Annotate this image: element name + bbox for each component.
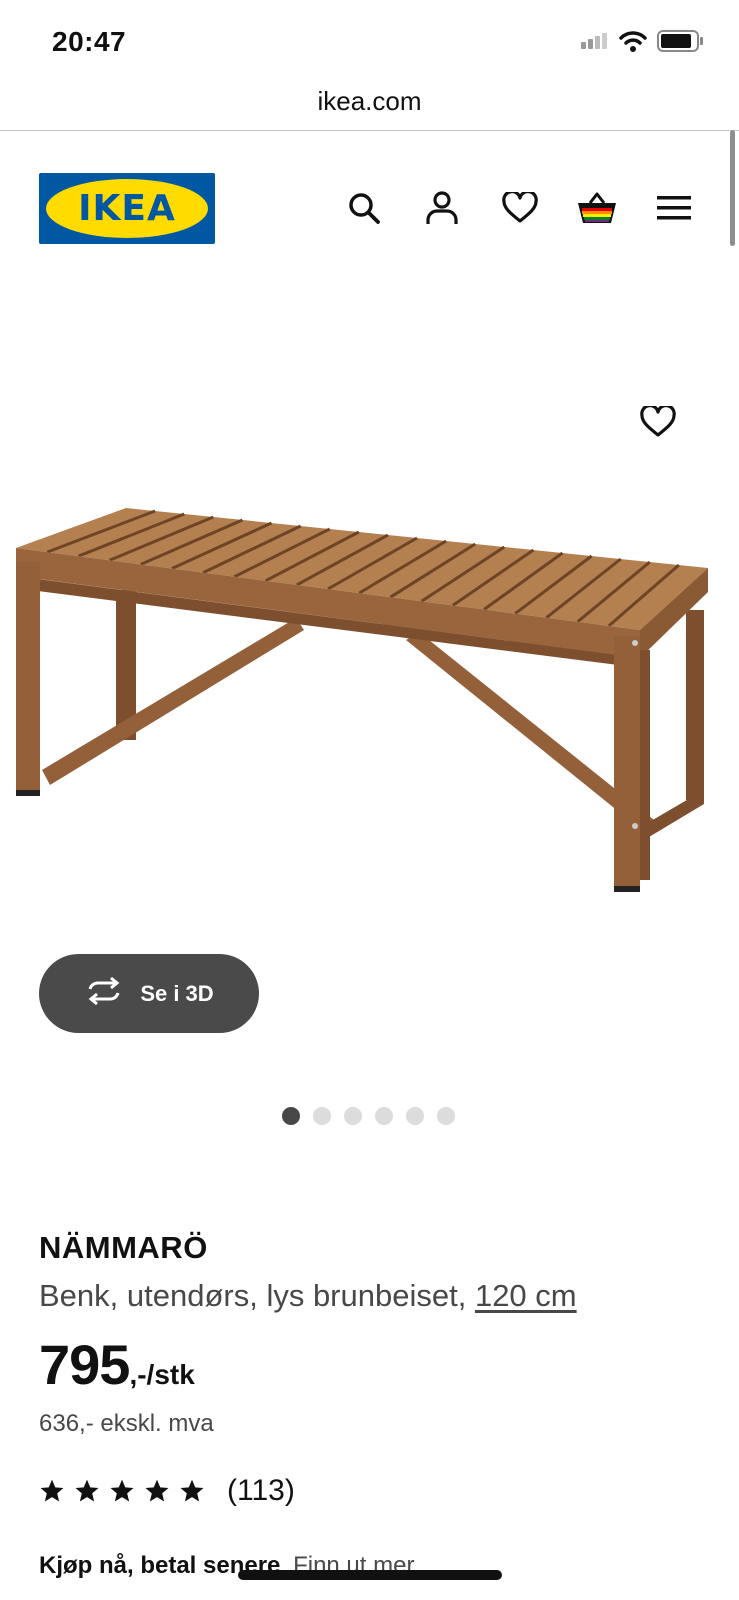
ikea-logo[interactable]: IKEA — [39, 173, 215, 244]
basket-icon[interactable] — [575, 186, 619, 230]
star-icon — [180, 1479, 204, 1502]
search-icon[interactable] — [342, 186, 386, 230]
carousel-dot[interactable] — [313, 1107, 331, 1125]
rating-stars — [39, 1478, 205, 1504]
price-suffix: ,-/stk — [129, 1359, 195, 1390]
size-link[interactable]: 120 cm — [475, 1278, 577, 1313]
wifi-icon — [619, 30, 647, 57]
url-bar[interactable]: ikea.com — [0, 72, 739, 130]
price-main: 795 — [39, 1333, 130, 1396]
carousel-dot[interactable] — [437, 1107, 455, 1125]
view-in-3d-button[interactable]: Se i 3D — [39, 954, 259, 1033]
url-divider — [0, 130, 739, 131]
status-time: 20:47 — [52, 26, 127, 57]
star-icon — [145, 1479, 169, 1502]
rating[interactable]: (113) — [39, 1474, 295, 1508]
price-excl-vat: 636,- ekskl. mva — [39, 1410, 214, 1437]
image-carousel-dots[interactable] — [282, 1107, 455, 1125]
star-icon — [110, 1479, 134, 1502]
star-icon — [75, 1479, 99, 1502]
product-name: NÄMMARÖ — [39, 1230, 208, 1265]
account-icon[interactable] — [420, 186, 464, 230]
rotate-3d-icon — [84, 976, 124, 1010]
carousel-dot[interactable] — [344, 1107, 362, 1125]
menu-icon[interactable] — [652, 186, 696, 230]
rating-count: (113) — [227, 1474, 295, 1507]
status-icons — [581, 30, 703, 57]
logo-text: IKEA — [78, 188, 176, 229]
favorites-icon[interactable] — [498, 186, 542, 230]
view-in-3d-label: Se i 3D — [140, 980, 214, 1006]
add-to-favorites-icon[interactable] — [636, 400, 680, 444]
carousel-dot[interactable] — [282, 1107, 300, 1125]
product-price: 795,-/stk — [39, 1332, 195, 1397]
scrolled-text-remnant — [40, 252, 700, 294]
star-icon — [40, 1479, 64, 1502]
signal-icon — [581, 33, 609, 54]
product-description: Benk, utendørs, lys brunbeiset, 120 cm — [39, 1278, 577, 1314]
url-text: ikea.com — [317, 86, 422, 116]
battery-icon — [657, 30, 703, 57]
home-indicator[interactable] — [238, 1570, 502, 1580]
product-image[interactable] — [14, 500, 724, 910]
carousel-dot[interactable] — [406, 1107, 424, 1125]
product-description-text: Benk, utendørs, lys brunbeiset, — [39, 1278, 467, 1313]
scrollbar[interactable] — [730, 130, 735, 246]
carousel-dot[interactable] — [375, 1107, 393, 1125]
